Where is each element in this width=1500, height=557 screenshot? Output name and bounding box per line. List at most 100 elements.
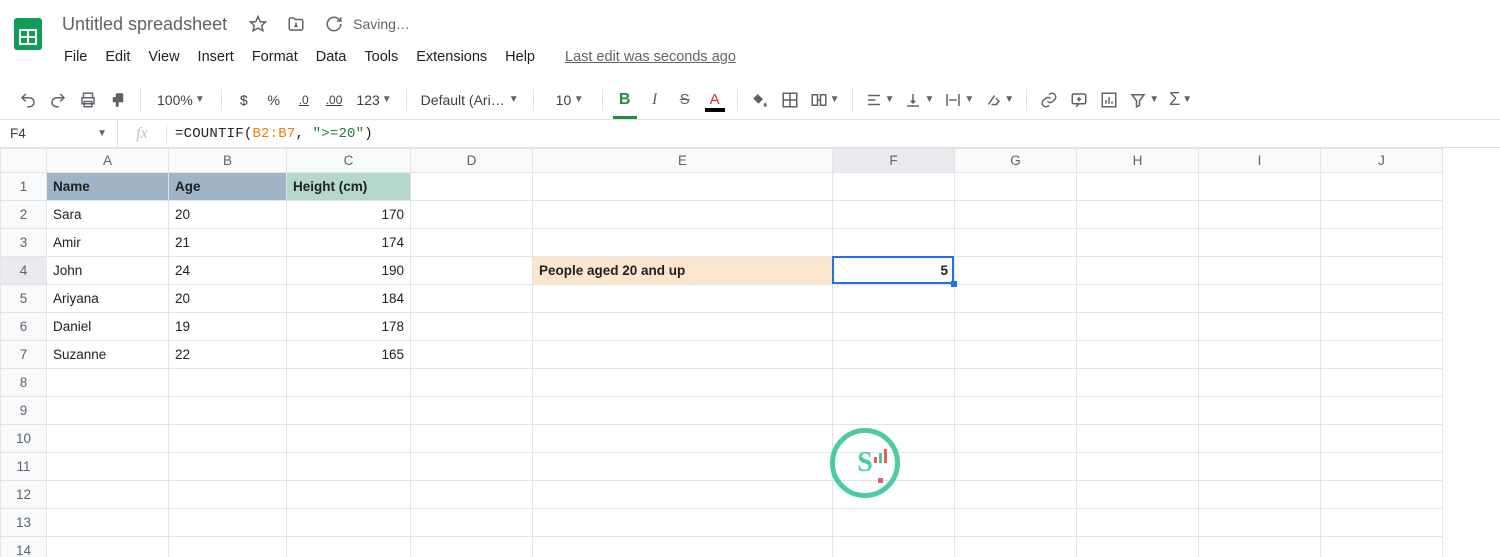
cell-B4[interactable]: 24	[169, 257, 287, 285]
menu-data[interactable]: Data	[308, 45, 355, 69]
cell-G7[interactable]	[955, 341, 1077, 369]
paint-format-button[interactable]	[104, 86, 132, 114]
cell-I4[interactable]	[1199, 257, 1321, 285]
cell-F7[interactable]	[833, 341, 955, 369]
format-currency-button[interactable]: $	[230, 86, 258, 114]
spreadsheet-grid[interactable]: ABCDEFGHIJ1NameAgeHeight (cm)2Sara201703…	[0, 148, 1500, 557]
cell-F5[interactable]	[833, 285, 955, 313]
cell-I14[interactable]	[1199, 537, 1321, 557]
cell-J5[interactable]	[1321, 285, 1443, 313]
cell-D1[interactable]	[411, 173, 533, 201]
sheets-logo[interactable]	[8, 8, 48, 60]
menu-edit[interactable]: Edit	[97, 45, 138, 69]
cell-C3[interactable]: 174	[287, 229, 411, 257]
insert-chart-button[interactable]	[1095, 86, 1123, 114]
cell-I6[interactable]	[1199, 313, 1321, 341]
cell-C13[interactable]	[287, 509, 411, 537]
row-header-9[interactable]: 9	[1, 397, 47, 425]
column-header-J[interactable]: J	[1321, 149, 1443, 173]
redo-button[interactable]	[44, 86, 72, 114]
horizontal-align-button[interactable]: ▼	[861, 86, 899, 114]
cell-B1[interactable]: Age	[169, 173, 287, 201]
cell-F4[interactable]: 5	[833, 257, 955, 285]
cell-I1[interactable]	[1199, 173, 1321, 201]
cell-H1[interactable]	[1077, 173, 1199, 201]
column-header-G[interactable]: G	[955, 149, 1077, 173]
star-icon[interactable]	[245, 11, 271, 37]
cell-D10[interactable]	[411, 425, 533, 453]
print-button[interactable]	[74, 86, 102, 114]
cell-I5[interactable]	[1199, 285, 1321, 313]
cell-C12[interactable]	[287, 481, 411, 509]
row-header-7[interactable]: 7	[1, 341, 47, 369]
cell-B7[interactable]: 22	[169, 341, 287, 369]
cell-E2[interactable]	[533, 201, 833, 229]
cell-A12[interactable]	[47, 481, 169, 509]
cell-H13[interactable]	[1077, 509, 1199, 537]
column-header-H[interactable]: H	[1077, 149, 1199, 173]
column-header-E[interactable]: E	[533, 149, 833, 173]
cell-B6[interactable]: 19	[169, 313, 287, 341]
cell-H6[interactable]	[1077, 313, 1199, 341]
cell-B12[interactable]	[169, 481, 287, 509]
cell-E1[interactable]	[533, 173, 833, 201]
column-header-D[interactable]: D	[411, 149, 533, 173]
cell-D14[interactable]	[411, 537, 533, 557]
document-title[interactable]: Untitled spreadsheet	[56, 12, 233, 37]
cell-F6[interactable]	[833, 313, 955, 341]
cell-D12[interactable]	[411, 481, 533, 509]
cell-H9[interactable]	[1077, 397, 1199, 425]
cell-C7[interactable]: 165	[287, 341, 411, 369]
cell-E8[interactable]	[533, 369, 833, 397]
cell-J8[interactable]	[1321, 369, 1443, 397]
cell-G8[interactable]	[955, 369, 1077, 397]
undo-button[interactable]	[14, 86, 42, 114]
cell-I9[interactable]	[1199, 397, 1321, 425]
cell-C11[interactable]	[287, 453, 411, 481]
cell-I3[interactable]	[1199, 229, 1321, 257]
increase-decimal-button[interactable]: .00	[320, 86, 349, 114]
cell-G10[interactable]	[955, 425, 1077, 453]
row-header-6[interactable]: 6	[1, 313, 47, 341]
filter-button[interactable]: ▼	[1125, 86, 1163, 114]
font-family-dropdown[interactable]: Default (Ari…▼	[415, 92, 525, 108]
cell-E12[interactable]	[533, 481, 833, 509]
cell-H12[interactable]	[1077, 481, 1199, 509]
fill-color-button[interactable]	[746, 86, 774, 114]
cell-I13[interactable]	[1199, 509, 1321, 537]
cell-A7[interactable]: Suzanne	[47, 341, 169, 369]
row-header-13[interactable]: 13	[1, 509, 47, 537]
strikethrough-button[interactable]: S	[671, 86, 699, 114]
selection-handle[interactable]	[951, 281, 957, 287]
cell-C5[interactable]: 184	[287, 285, 411, 313]
row-header-2[interactable]: 2	[1, 201, 47, 229]
cell-F1[interactable]	[833, 173, 955, 201]
cell-G4[interactable]	[955, 257, 1077, 285]
insert-comment-button[interactable]	[1065, 86, 1093, 114]
formula-input[interactable]: =COUNTIF(B2:B7, ">=20")	[175, 126, 373, 142]
cell-G3[interactable]	[955, 229, 1077, 257]
cell-E7[interactable]	[533, 341, 833, 369]
cell-G13[interactable]	[955, 509, 1077, 537]
vertical-align-button[interactable]: ▼	[900, 86, 938, 114]
cell-D3[interactable]	[411, 229, 533, 257]
cell-I10[interactable]	[1199, 425, 1321, 453]
cell-B14[interactable]	[169, 537, 287, 557]
cell-J11[interactable]	[1321, 453, 1443, 481]
merge-cells-button[interactable]: ▼	[806, 86, 844, 114]
cell-D5[interactable]	[411, 285, 533, 313]
cell-F14[interactable]	[833, 537, 955, 557]
cell-G12[interactable]	[955, 481, 1077, 509]
text-color-button[interactable]: A	[701, 86, 729, 114]
menu-view[interactable]: View	[140, 45, 187, 69]
cell-F2[interactable]	[833, 201, 955, 229]
cell-A14[interactable]	[47, 537, 169, 557]
cell-H4[interactable]	[1077, 257, 1199, 285]
cell-B2[interactable]: 20	[169, 201, 287, 229]
cell-D11[interactable]	[411, 453, 533, 481]
cell-D8[interactable]	[411, 369, 533, 397]
cell-C6[interactable]: 178	[287, 313, 411, 341]
cell-J6[interactable]	[1321, 313, 1443, 341]
cell-A10[interactable]	[47, 425, 169, 453]
cell-D13[interactable]	[411, 509, 533, 537]
